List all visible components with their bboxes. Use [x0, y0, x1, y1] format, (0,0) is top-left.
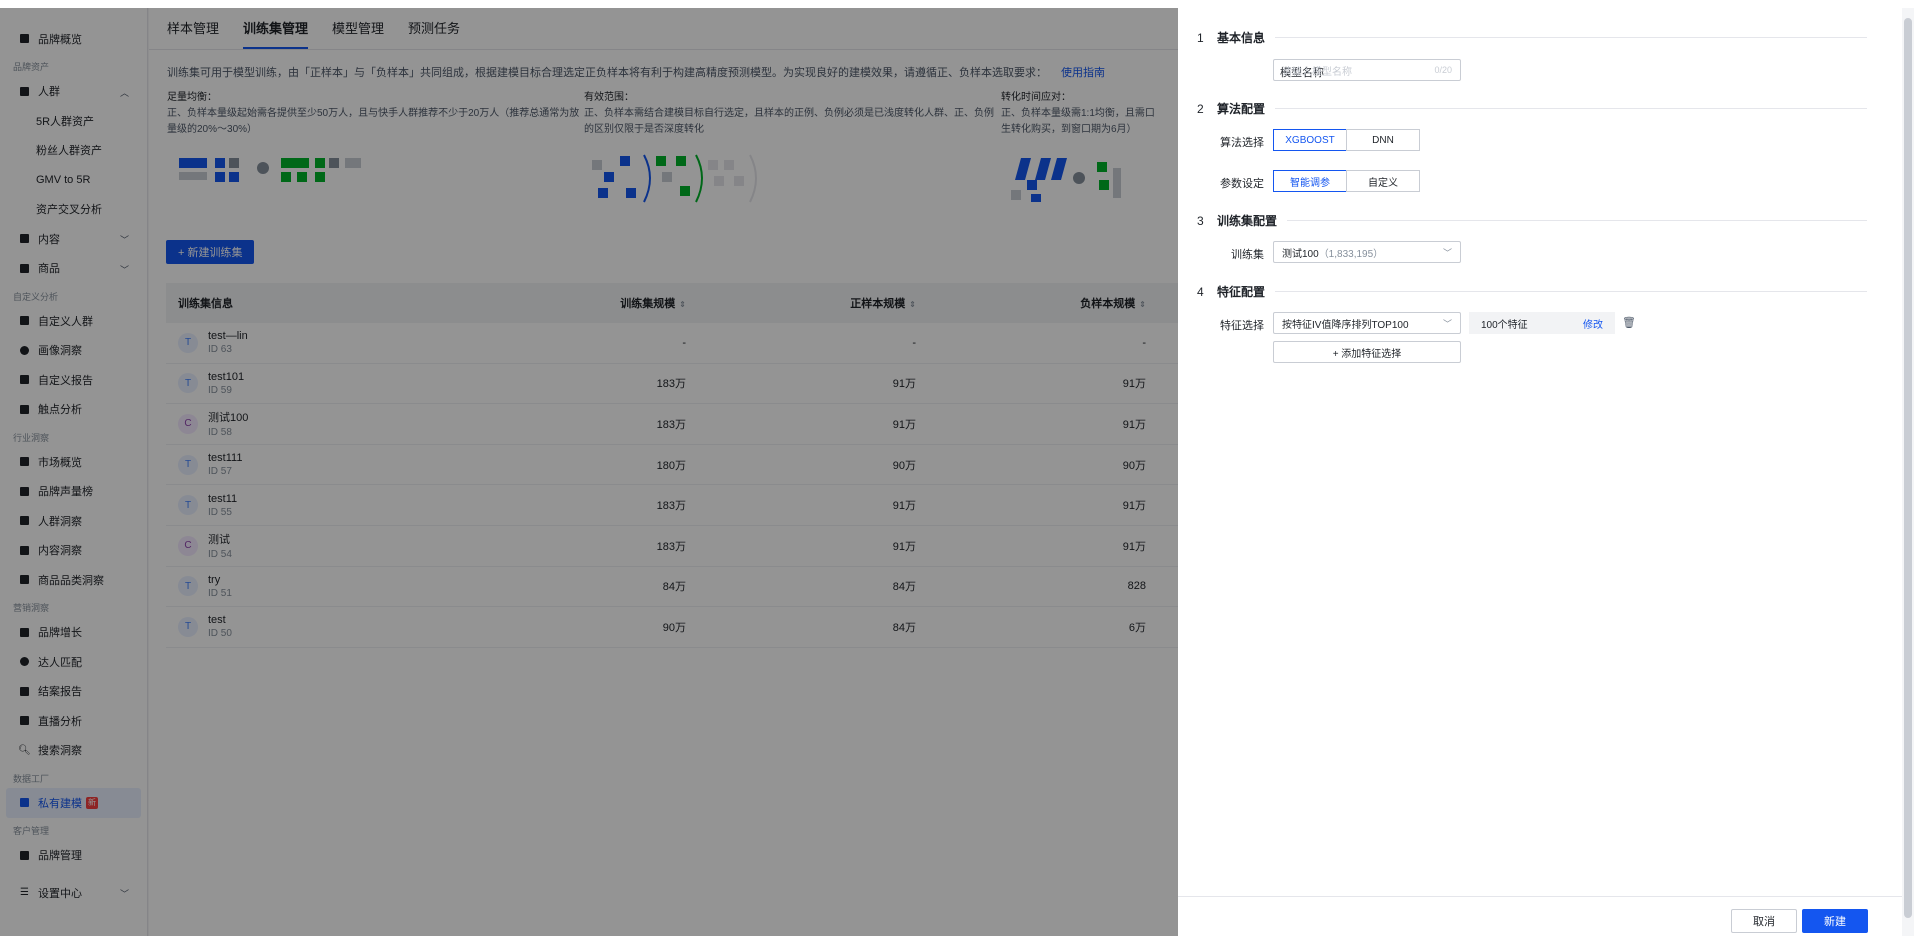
feature-count-box: 100个特征 修改 — [1469, 312, 1615, 334]
char-count: 0/20 — [1434, 65, 1452, 75]
algo-xgboost-button[interactable]: XGBOOST — [1273, 129, 1347, 151]
cancel-button[interactable]: 取消 — [1731, 909, 1797, 933]
param-segmented: 智能调参 自定义 — [1273, 170, 1420, 192]
new-model-drawer: 1 基本信息 模型名称 请输入模型名称 0/20 2 算法配置 算法选择 XGBOOS… — [1178, 8, 1902, 936]
feature-label: 特征选择 — [1220, 320, 1264, 332]
section-algo: 2 算法配置 — [1197, 100, 1867, 117]
algo-label: 算法选择 — [1220, 137, 1264, 149]
create-button[interactable]: 新建 — [1802, 909, 1868, 933]
top-strip — [0, 0, 1914, 8]
algo-dnn-button[interactable]: DNN — [1346, 129, 1420, 151]
chevron-down-icon: ﹀ — [1442, 247, 1452, 258]
feature-select[interactable]: 按特征IV值降序排列TOP100 ﹀ — [1273, 312, 1461, 334]
scrollbar-thumb[interactable] — [1904, 18, 1912, 918]
add-feature-button[interactable]: + 添加特征选择 — [1273, 341, 1461, 363]
page-scrollbar[interactable] — [1902, 8, 1914, 936]
chevron-down-icon: ﹀ — [1442, 318, 1452, 329]
section-trainset: 3 训练集配置 — [1197, 212, 1867, 229]
section-basic: 1 基本信息 — [1197, 29, 1867, 46]
param-custom-button[interactable]: 自定义 — [1346, 170, 1420, 192]
trainset-label: 训练集 — [1231, 249, 1264, 261]
modal-overlay[interactable] — [0, 8, 1178, 936]
feature-edit-link[interactable]: 修改 — [1583, 316, 1603, 331]
footer-divider — [1178, 896, 1902, 897]
param-smart-button[interactable]: 智能调参 — [1273, 170, 1347, 192]
trash-icon[interactable]: 🗑︎ — [1622, 316, 1636, 329]
trainset-select[interactable]: 测试100 （1,833,195） ﹀ — [1273, 241, 1461, 263]
algo-segmented: XGBOOST DNN — [1273, 129, 1420, 151]
param-label: 参数设定 — [1220, 178, 1264, 190]
section-feature: 4 特征配置 — [1197, 283, 1867, 300]
model-name-input[interactable]: 请输入模型名称 0/20 — [1273, 59, 1461, 81]
